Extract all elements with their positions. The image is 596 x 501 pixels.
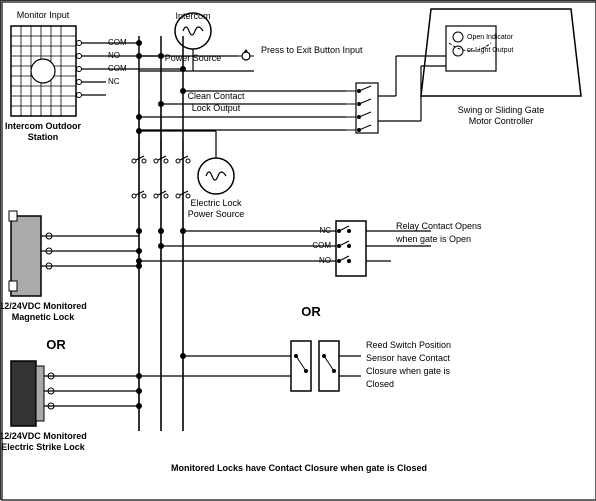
svg-text:Intercom: Intercom [175,11,210,21]
wiring-diagram: Monitor Input COM NO COM NC Intercom Out… [0,0,596,500]
svg-text:12/24VDC Monitored: 12/24VDC Monitored [1,301,87,311]
svg-text:Power Source: Power Source [188,209,245,219]
svg-text:Press to Exit Button Input: Press to Exit Button Input [261,45,363,55]
svg-text:Monitor Input: Monitor Input [17,10,70,20]
svg-text:Sensor have Contact: Sensor have Contact [366,353,451,363]
svg-text:12/24VDC Monitored: 12/24VDC Monitored [1,431,87,441]
svg-text:Electric Lock: Electric Lock [190,198,242,208]
svg-text:Closure when gate is: Closure when gate is [366,366,451,376]
svg-text:Closed: Closed [366,379,394,389]
svg-text:Clean Contact: Clean Contact [187,91,245,101]
svg-text:Station: Station [28,132,59,142]
svg-text:NC: NC [108,77,120,86]
svg-text:OR: OR [46,337,66,352]
svg-text:Open Indicator: Open Indicator [467,34,514,41]
svg-text:OR: OR [301,304,321,319]
svg-text:Reed Switch Position: Reed Switch Position [366,340,451,350]
svg-text:or Light Output: or Light Output [467,47,513,54]
svg-text:Swing or Sliding Gate: Swing or Sliding Gate [458,105,545,115]
svg-text:Electric Strike Lock: Electric Strike Lock [1,442,86,452]
svg-text:Magnetic Lock: Magnetic Lock [12,312,76,322]
svg-text:Monitored Locks have Contact C: Monitored Locks have Contact Closure whe… [171,463,427,473]
svg-text:when gate is Open: when gate is Open [395,234,471,244]
svg-text:Intercom Outdoor: Intercom Outdoor [5,121,81,131]
svg-text:Relay Contact Opens: Relay Contact Opens [396,221,482,231]
svg-text:Motor Controller: Motor Controller [469,116,534,126]
